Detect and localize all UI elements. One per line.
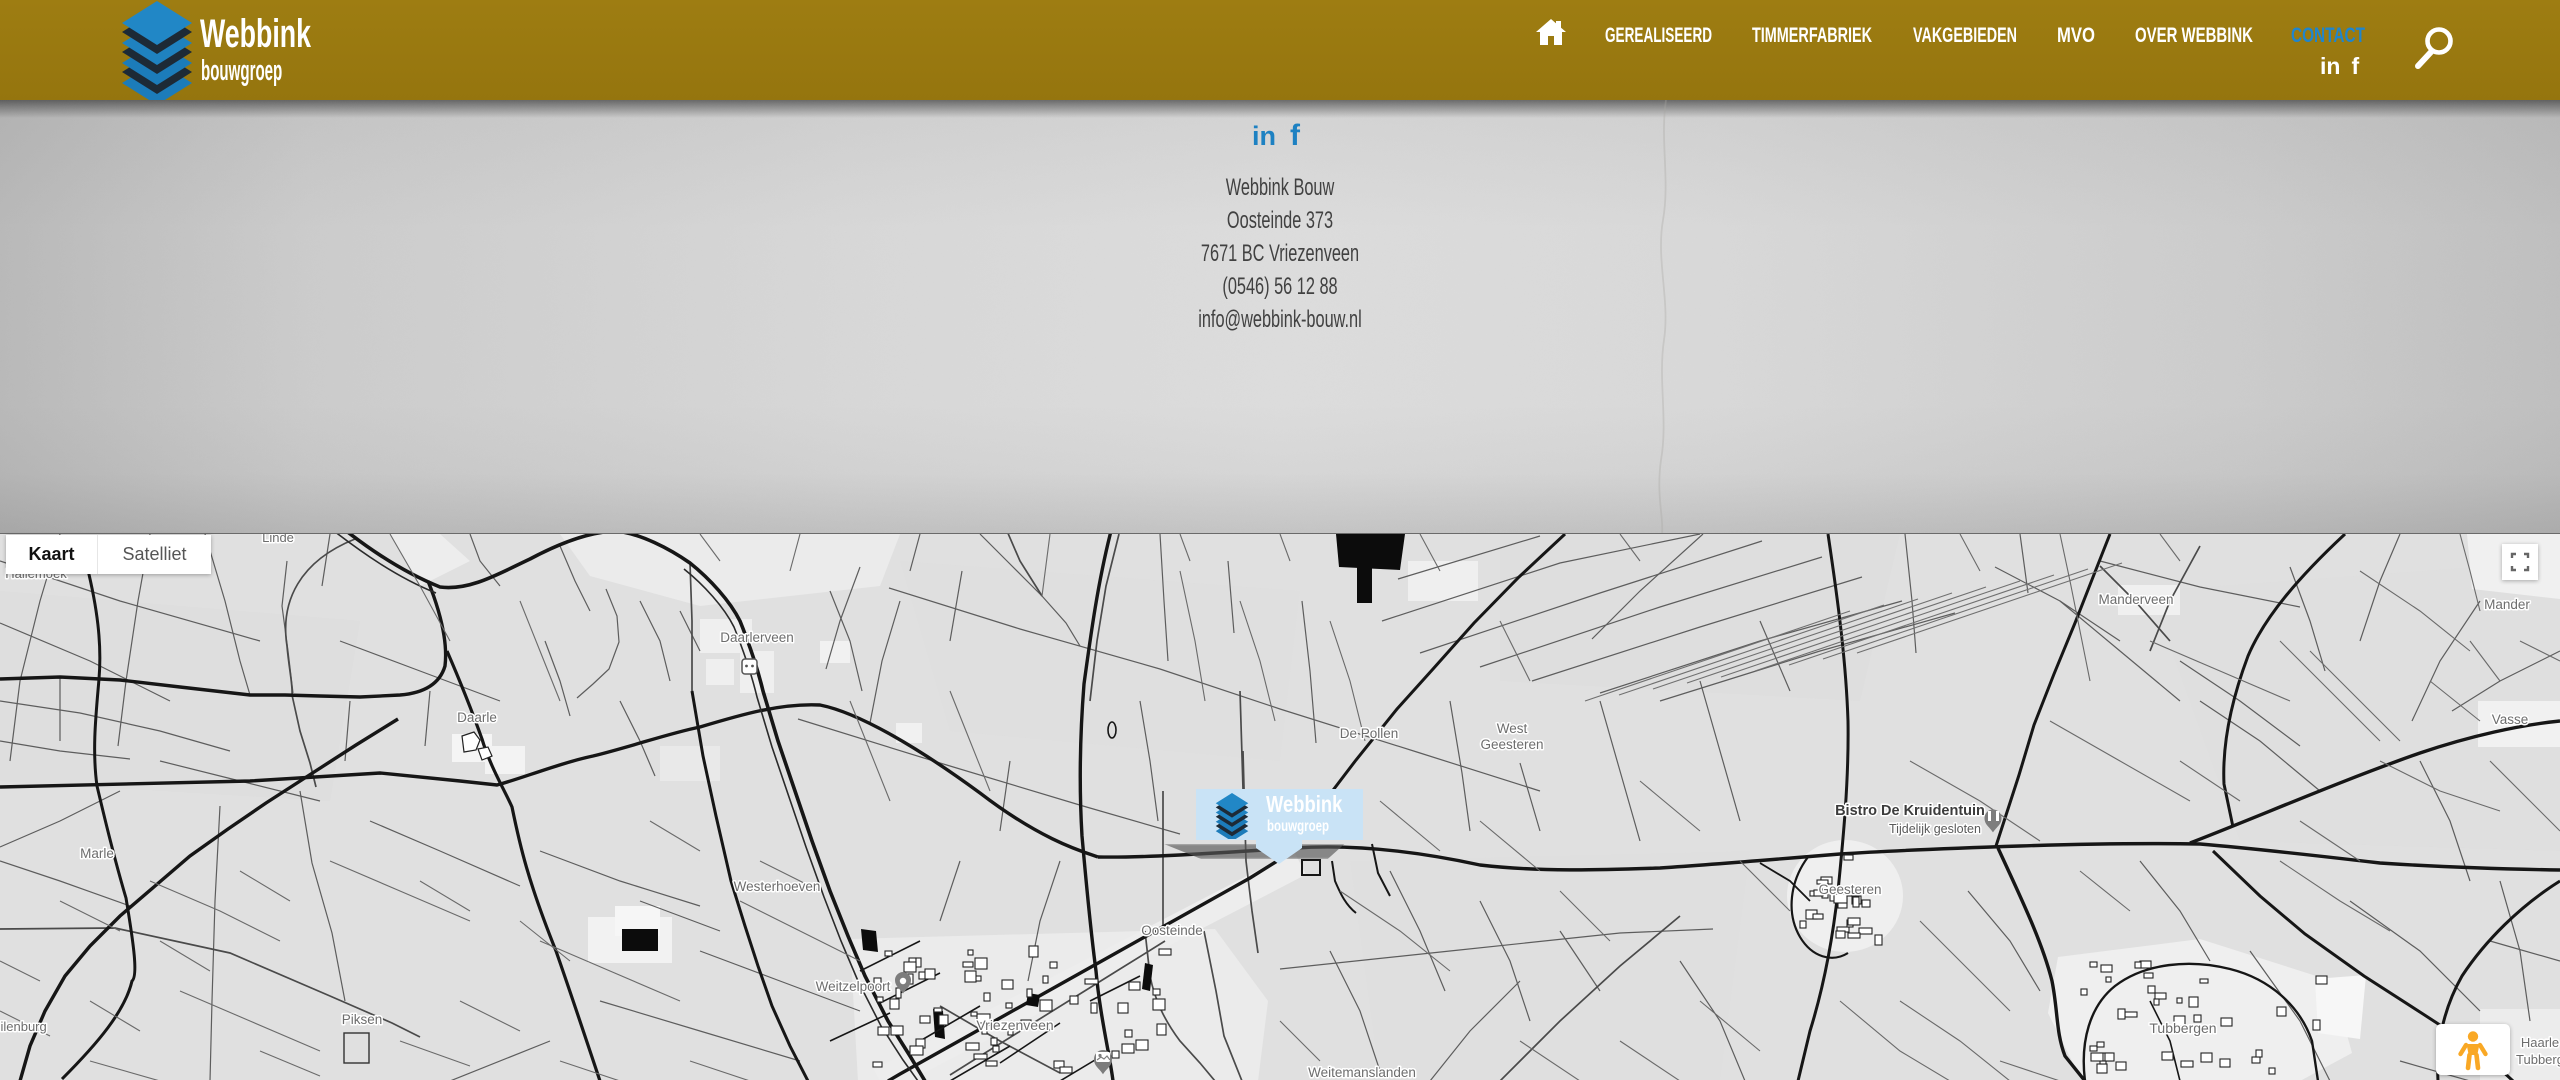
svg-text:Manderveen: Manderveen [2098, 592, 2173, 607]
svg-text:Oosteinde: Oosteinde [1141, 923, 1203, 938]
svg-text:Daarle: Daarle [457, 710, 497, 725]
svg-text:Weitzelpoort: Weitzelpoort [816, 979, 891, 994]
svg-text:Westerhoeven: Westerhoeven [734, 879, 821, 894]
svg-text:Tubberg: Tubberg [2516, 1052, 2560, 1067]
svg-text:Vasse: Vasse [2492, 712, 2529, 727]
svg-text:Geesteren: Geesteren [1818, 882, 1881, 897]
svg-text:Haarle: Haarle [2521, 1035, 2559, 1050]
svg-text:De Pollen: De Pollen [1340, 726, 1399, 741]
svg-text:Piksen: Piksen [342, 1012, 383, 1027]
svg-text:Daarlerveen: Daarlerveen [720, 630, 794, 645]
svg-text:Tubbergen: Tubbergen [2149, 1020, 2216, 1036]
svg-text:Weitemanslanden: Weitemanslanden [1308, 1065, 1416, 1080]
svg-text:Bistro De Kruidentuin: Bistro De Kruidentuin [1835, 803, 1985, 819]
svg-text:uilenburg: uilenburg [0, 1019, 47, 1034]
svg-text:Linde: Linde [262, 534, 294, 545]
svg-text:West: West [1497, 721, 1528, 736]
svg-text:Tijdelijk gesloten: Tijdelijk gesloten [1889, 822, 1981, 836]
svg-text:Mander: Mander [2484, 597, 2530, 612]
svg-text:Marle: Marle [80, 846, 114, 861]
svg-text:Geesteren: Geesteren [1480, 737, 1543, 752]
svg-text:Vriezenveen: Vriezenveen [976, 1017, 1053, 1033]
